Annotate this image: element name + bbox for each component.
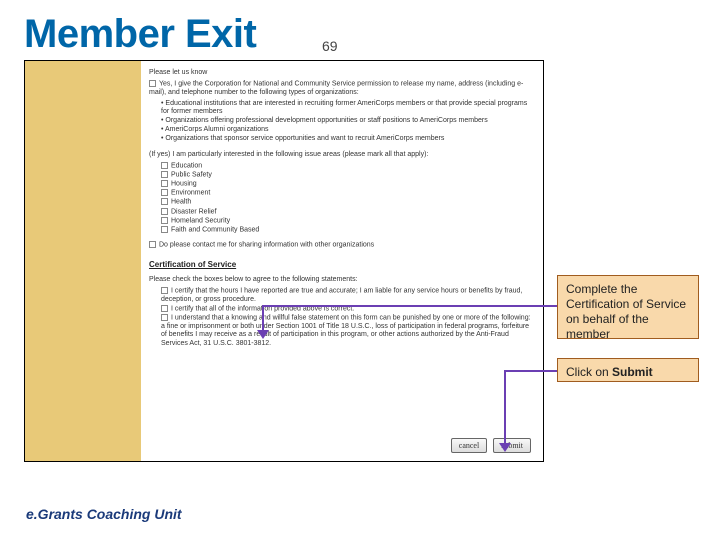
checkbox-icon (161, 208, 168, 215)
form-buttons: cancel submit (451, 438, 531, 453)
sidebar-strip (25, 61, 141, 461)
list-item: Faith and Community Based (161, 226, 535, 235)
list-item: Health (161, 198, 535, 207)
arrow-connector (504, 370, 506, 446)
list-item: AmeriCorps Alumni organizations (161, 126, 535, 135)
embedded-screenshot: Please let us know Yes, I give the Corpo… (24, 60, 544, 462)
list-item: I certify that the hours I have reported… (161, 287, 535, 305)
form-intro: Please let us know (149, 69, 535, 78)
checkbox-icon (161, 314, 168, 321)
cancel-button[interactable]: cancel (451, 438, 487, 453)
slide-number: 69 (322, 38, 338, 54)
list-item: Disaster Relief (161, 208, 535, 217)
callout-certification: Complete the Certification of Service on… (557, 275, 699, 339)
cert-list: I certify that the hours I have reported… (149, 287, 535, 349)
form-content: Please let us know Yes, I give the Corpo… (149, 67, 535, 349)
list-item: I understand that a knowing and willful … (161, 314, 535, 349)
list-item: Environment (161, 189, 535, 198)
footer-text: e.Grants Coaching Unit (26, 506, 182, 522)
cert-intro: Please check the boxes below to agree to… (149, 276, 535, 285)
arrow-connector (262, 305, 557, 307)
share-note: Do please contact me for sharing informa… (159, 241, 374, 248)
callout-submit: Click on Submit (557, 358, 699, 382)
list-item: Public Safety (161, 171, 535, 180)
slide-title: Member Exit (0, 0, 720, 61)
checkbox-icon (161, 217, 168, 224)
list-item: Organizations offering professional deve… (161, 117, 535, 126)
checkbox-icon (161, 305, 168, 312)
checkbox-icon (149, 80, 156, 87)
checkbox-icon (161, 171, 168, 178)
callout-text: Click on (566, 365, 612, 379)
arrow-head-icon (257, 330, 269, 339)
list-item: Organizations that sponsor service oppor… (161, 135, 535, 144)
checkbox-icon (161, 287, 168, 294)
checkbox-icon (161, 162, 168, 169)
callout-bold: Submit (612, 365, 653, 379)
list-item: Housing (161, 180, 535, 189)
arrow-connector (262, 305, 264, 333)
arrow-connector (504, 370, 557, 372)
interest-intro: (If yes) I am particularly interested in… (149, 151, 535, 160)
checkbox-icon (161, 198, 168, 205)
certification-heading: Certification of Service (149, 260, 535, 270)
consent-text: Yes, I give the Corporation for National… (149, 80, 523, 96)
list-item: Educational institutions that are intere… (161, 100, 535, 118)
org-list: Educational institutions that are intere… (149, 100, 535, 144)
list-item: Homeland Security (161, 217, 535, 226)
arrow-head-icon (499, 443, 511, 452)
checkbox-icon (149, 241, 156, 248)
checkbox-icon (161, 189, 168, 196)
checkbox-icon (161, 180, 168, 187)
list-item: Education (161, 162, 535, 171)
checkbox-icon (161, 226, 168, 233)
interest-list: Education Public Safety Housing Environm… (149, 162, 535, 235)
